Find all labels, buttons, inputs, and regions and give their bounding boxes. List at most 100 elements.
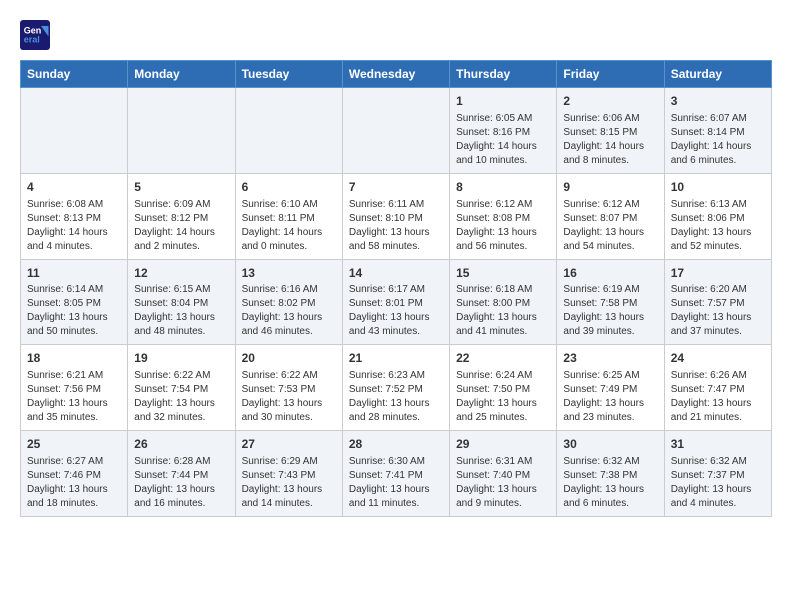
calendar-cell: 13Sunrise: 6:16 AM Sunset: 8:02 PM Dayli…: [235, 259, 342, 345]
day-number: 28: [349, 436, 443, 453]
day-info: Sunrise: 6:06 AM Sunset: 8:15 PM Dayligh…: [563, 112, 657, 168]
day-number: 2: [563, 93, 657, 110]
day-info: Sunrise: 6:24 AM Sunset: 7:50 PM Dayligh…: [456, 369, 550, 425]
day-info: Sunrise: 6:22 AM Sunset: 7:54 PM Dayligh…: [134, 369, 228, 425]
day-info: Sunrise: 6:26 AM Sunset: 7:47 PM Dayligh…: [671, 369, 765, 425]
calendar-cell: 2 Sunrise: 6:06 AM Sunset: 8:15 PM Daylig…: [557, 88, 664, 174]
day-number: 30: [563, 436, 657, 453]
weekday-header-saturday: Saturday: [664, 61, 771, 88]
day-info: Sunrise: 6:12 AM Sunset: 8:08 PM Dayligh…: [456, 198, 550, 254]
calendar-cell: 9 Sunrise: 6:12 AM Sunset: 8:07 PM Daylig…: [557, 173, 664, 259]
day-info: Sunrise: 6:12 AM Sunset: 8:07 PM Dayligh…: [563, 198, 657, 254]
day-info: Sunrise: 6:07 AM Sunset: 8:14 PM Dayligh…: [671, 112, 765, 168]
day-number: 17: [671, 265, 765, 282]
day-number: 11: [27, 265, 121, 282]
day-number: 23: [563, 350, 657, 367]
day-number: 4: [27, 179, 121, 196]
day-info: Sunrise: 6:19 AM Sunset: 7:58 PM Dayligh…: [563, 283, 657, 339]
calendar-cell: 21 Sunrise: 6:23 AM Sunset: 7:52 PM Dayli…: [342, 345, 449, 431]
day-info: Sunrise: 6:32 AM Sunset: 7:38 PM Dayligh…: [563, 455, 657, 511]
calendar-cell: 8 Sunrise: 6:12 AM Sunset: 8:08 PM Daylig…: [450, 173, 557, 259]
day-info: Sunrise: 6:09 AM Sunset: 8:12 PM Dayligh…: [134, 198, 228, 254]
calendar-cell: 24 Sunrise: 6:26 AM Sunset: 7:47 PM Dayli…: [664, 345, 771, 431]
day-number: 8: [456, 179, 550, 196]
day-number: 20: [242, 350, 336, 367]
calendar-cell: 23 Sunrise: 6:25 AM Sunset: 7:49 PM Dayli…: [557, 345, 664, 431]
day-info: Sunrise: 6:11 AM Sunset: 8:10 PM Dayligh…: [349, 198, 443, 254]
weekday-header-tuesday: Tuesday: [235, 61, 342, 88]
page-header: Gen eral: [20, 20, 772, 50]
day-info: Sunrise: 6:18 AM Sunset: 8:00 PM Dayligh…: [456, 283, 550, 339]
calendar-cell: 4 Sunrise: 6:08 AM Sunset: 8:13 PM Daylig…: [21, 173, 128, 259]
day-info: Sunrise: 6:10 AM Sunset: 8:11 PM Dayligh…: [242, 198, 336, 254]
day-number: 5: [134, 179, 228, 196]
day-info: Sunrise: 6:08 AM Sunset: 8:13 PM Dayligh…: [27, 198, 121, 254]
day-info: Sunrise: 6:16 AM Sunset: 8:02 PM Dayligh…: [242, 283, 336, 339]
day-info: Sunrise: 6:23 AM Sunset: 7:52 PM Dayligh…: [349, 369, 443, 425]
weekday-header-friday: Friday: [557, 61, 664, 88]
day-number: 25: [27, 436, 121, 453]
day-number: 22: [456, 350, 550, 367]
day-number: 24: [671, 350, 765, 367]
day-info: Sunrise: 6:05 AM Sunset: 8:16 PM Dayligh…: [456, 112, 550, 168]
svg-text:eral: eral: [24, 35, 40, 45]
calendar-cell: 14Sunrise: 6:17 AM Sunset: 8:01 PM Dayli…: [342, 259, 449, 345]
calendar-cell: 27 Sunrise: 6:29 AM Sunset: 7:43 PM Dayli…: [235, 431, 342, 517]
weekday-header-monday: Monday: [128, 61, 235, 88]
calendar-cell: 31 Sunrise: 6:32 AM Sunset: 7:37 PM Dayli…: [664, 431, 771, 517]
day-info: Sunrise: 6:30 AM Sunset: 7:41 PM Dayligh…: [349, 455, 443, 511]
day-number: 16: [563, 265, 657, 282]
day-info: Sunrise: 6:13 AM Sunset: 8:06 PM Dayligh…: [671, 198, 765, 254]
calendar-table: SundayMondayTuesdayWednesdayThursdayFrid…: [20, 60, 772, 517]
calendar-cell: 5 Sunrise: 6:09 AM Sunset: 8:12 PM Daylig…: [128, 173, 235, 259]
day-info: Sunrise: 6:27 AM Sunset: 7:46 PM Dayligh…: [27, 455, 121, 511]
week-row-5: 25 Sunrise: 6:27 AM Sunset: 7:46 PM Dayli…: [21, 431, 772, 517]
day-info: Sunrise: 6:15 AM Sunset: 8:04 PM Dayligh…: [134, 283, 228, 339]
calendar-cell: 6Sunrise: 6:10 AM Sunset: 8:11 PM Daylig…: [235, 173, 342, 259]
weekday-header-row: SundayMondayTuesdayWednesdayThursdayFrid…: [21, 61, 772, 88]
day-number: 13: [242, 265, 336, 282]
day-number: 7: [349, 179, 443, 196]
day-info: Sunrise: 6:31 AM Sunset: 7:40 PM Dayligh…: [456, 455, 550, 511]
day-info: Sunrise: 6:32 AM Sunset: 7:37 PM Dayligh…: [671, 455, 765, 511]
calendar-cell: 3 Sunrise: 6:07 AM Sunset: 8:14 PM Daylig…: [664, 88, 771, 174]
day-number: 18: [27, 350, 121, 367]
calendar-cell: 1 Sunrise: 6:05 AM Sunset: 8:16 PM Daylig…: [450, 88, 557, 174]
day-number: 21: [349, 350, 443, 367]
day-info: Sunrise: 6:17 AM Sunset: 8:01 PM Dayligh…: [349, 283, 443, 339]
calendar-cell: 17Sunrise: 6:20 AM Sunset: 7:57 PM Dayli…: [664, 259, 771, 345]
calendar-cell: [128, 88, 235, 174]
day-info: Sunrise: 6:25 AM Sunset: 7:49 PM Dayligh…: [563, 369, 657, 425]
day-info: Sunrise: 6:14 AM Sunset: 8:05 PM Dayligh…: [27, 283, 121, 339]
calendar-cell: [235, 88, 342, 174]
day-number: 31: [671, 436, 765, 453]
week-row-1: 1 Sunrise: 6:05 AM Sunset: 8:16 PM Daylig…: [21, 88, 772, 174]
day-number: 9: [563, 179, 657, 196]
day-number: 10: [671, 179, 765, 196]
day-number: 12: [134, 265, 228, 282]
calendar-cell: 11Sunrise: 6:14 AM Sunset: 8:05 PM Dayli…: [21, 259, 128, 345]
day-info: Sunrise: 6:28 AM Sunset: 7:44 PM Dayligh…: [134, 455, 228, 511]
week-row-3: 11Sunrise: 6:14 AM Sunset: 8:05 PM Dayli…: [21, 259, 772, 345]
week-row-4: 18Sunrise: 6:21 AM Sunset: 7:56 PM Dayli…: [21, 345, 772, 431]
day-number: 1: [456, 93, 550, 110]
logo-icon: Gen eral: [20, 20, 50, 50]
calendar-cell: 15Sunrise: 6:18 AM Sunset: 8:00 PM Dayli…: [450, 259, 557, 345]
day-number: 19: [134, 350, 228, 367]
calendar-cell: [21, 88, 128, 174]
day-info: Sunrise: 6:29 AM Sunset: 7:43 PM Dayligh…: [242, 455, 336, 511]
day-number: 3: [671, 93, 765, 110]
logo: Gen eral: [20, 20, 54, 50]
calendar-cell: 20Sunrise: 6:22 AM Sunset: 7:53 PM Dayli…: [235, 345, 342, 431]
calendar-cell: 29Sunrise: 6:31 AM Sunset: 7:40 PM Dayli…: [450, 431, 557, 517]
day-number: 27: [242, 436, 336, 453]
calendar-cell: 30 Sunrise: 6:32 AM Sunset: 7:38 PM Dayli…: [557, 431, 664, 517]
day-info: Sunrise: 6:20 AM Sunset: 7:57 PM Dayligh…: [671, 283, 765, 339]
calendar-cell: 25 Sunrise: 6:27 AM Sunset: 7:46 PM Dayli…: [21, 431, 128, 517]
calendar-cell: 7 Sunrise: 6:11 AM Sunset: 8:10 PM Daylig…: [342, 173, 449, 259]
calendar-cell: 10 Sunrise: 6:13 AM Sunset: 8:06 PM Dayli…: [664, 173, 771, 259]
day-number: 15: [456, 265, 550, 282]
calendar-cell: 16Sunrise: 6:19 AM Sunset: 7:58 PM Dayli…: [557, 259, 664, 345]
calendar-cell: 12Sunrise: 6:15 AM Sunset: 8:04 PM Dayli…: [128, 259, 235, 345]
calendar-cell: 22 Sunrise: 6:24 AM Sunset: 7:50 PM Dayli…: [450, 345, 557, 431]
